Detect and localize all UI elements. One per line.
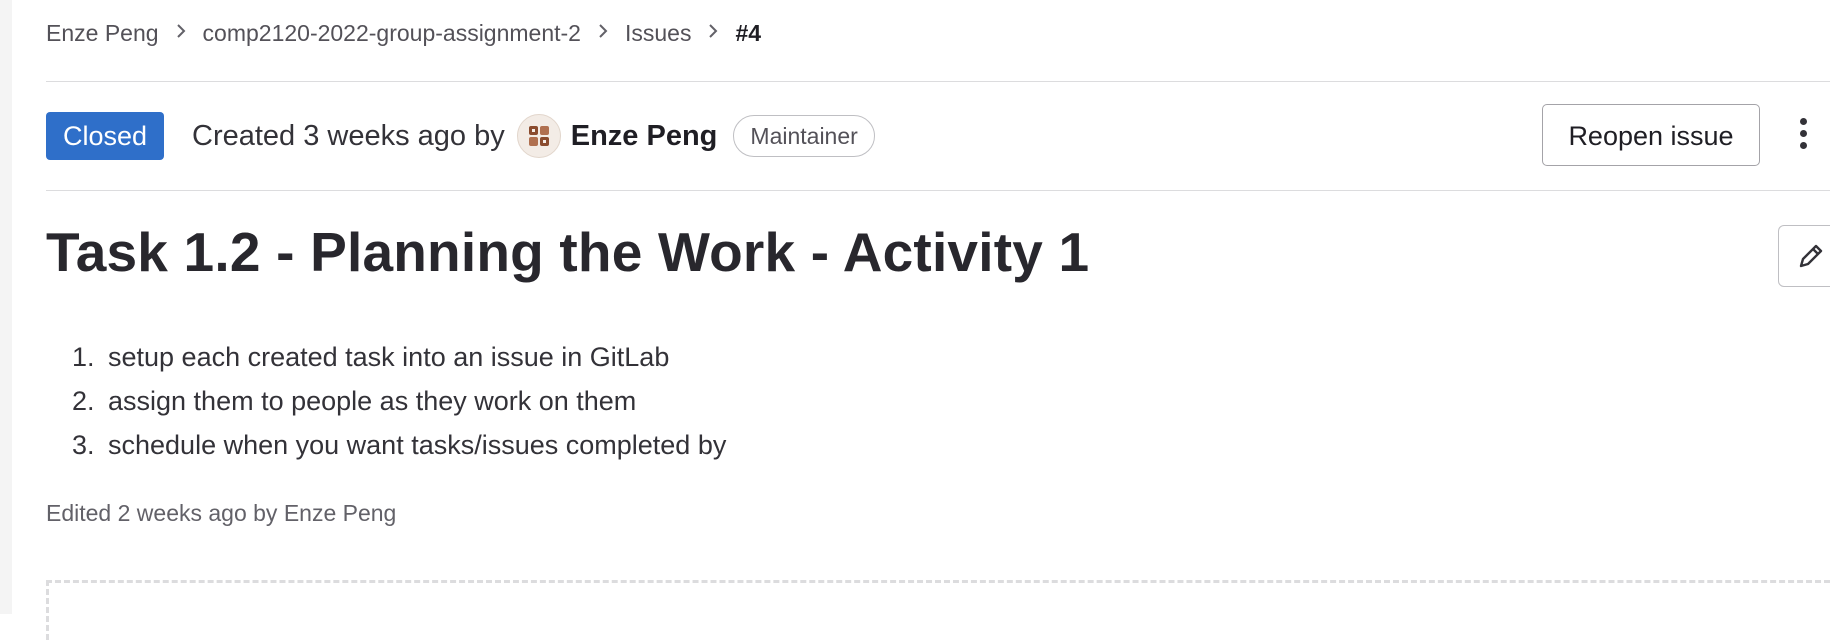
chevron-right-icon — [597, 22, 609, 45]
chevron-right-icon — [175, 22, 187, 45]
issue-header: Closed Created 3 weeks ago by Enze Peng … — [46, 104, 1830, 166]
breadcrumb: Enze Peng comp2120-2022-group-assignment… — [46, 16, 761, 50]
created-info: Created 3 weeks ago by Enze Peng Maintai… — [192, 110, 875, 162]
created-text: Created 3 weeks ago by — [192, 119, 505, 152]
issue-title: Task 1.2 - Planning the Work - Activity … — [46, 221, 1090, 283]
status-badge: Closed — [46, 112, 165, 160]
list-item: setup each created task into an issue in… — [102, 335, 726, 379]
edit-title-button[interactable] — [1778, 225, 1830, 287]
breadcrumb-item-current-issue[interactable]: #4 — [735, 20, 761, 47]
breadcrumb-item-issues[interactable]: Issues — [625, 20, 691, 47]
role-badge: Maintainer — [733, 115, 875, 157]
description-list: setup each created task into an issue in… — [46, 335, 726, 467]
issue-page: Enze Peng comp2120-2022-group-assignment… — [46, 0, 1830, 640]
reopen-issue-button[interactable]: Reopen issue — [1542, 104, 1760, 166]
divider — [46, 190, 1830, 191]
breadcrumb-item-project[interactable]: comp2120-2022-group-assignment-2 — [203, 20, 581, 47]
list-item: assign them to people as they work on th… — [102, 379, 726, 423]
attachment-dropzone[interactable] — [46, 580, 1830, 640]
breadcrumb-item-user[interactable]: Enze Peng — [46, 20, 159, 47]
pencil-icon — [1799, 244, 1823, 268]
left-sidebar-edge — [0, 0, 12, 614]
list-item: schedule when you want tasks/issues comp… — [102, 423, 726, 467]
issue-description: setup each created task into an issue in… — [46, 335, 726, 467]
chevron-right-icon — [707, 22, 719, 45]
kebab-vertical-icon[interactable] — [1794, 118, 1812, 154]
avatar[interactable] — [516, 114, 561, 158]
divider — [46, 81, 1830, 82]
author-link[interactable]: Enze Peng — [571, 120, 718, 153]
edited-note: Edited 2 weeks ago by Enze Peng — [46, 500, 397, 526]
